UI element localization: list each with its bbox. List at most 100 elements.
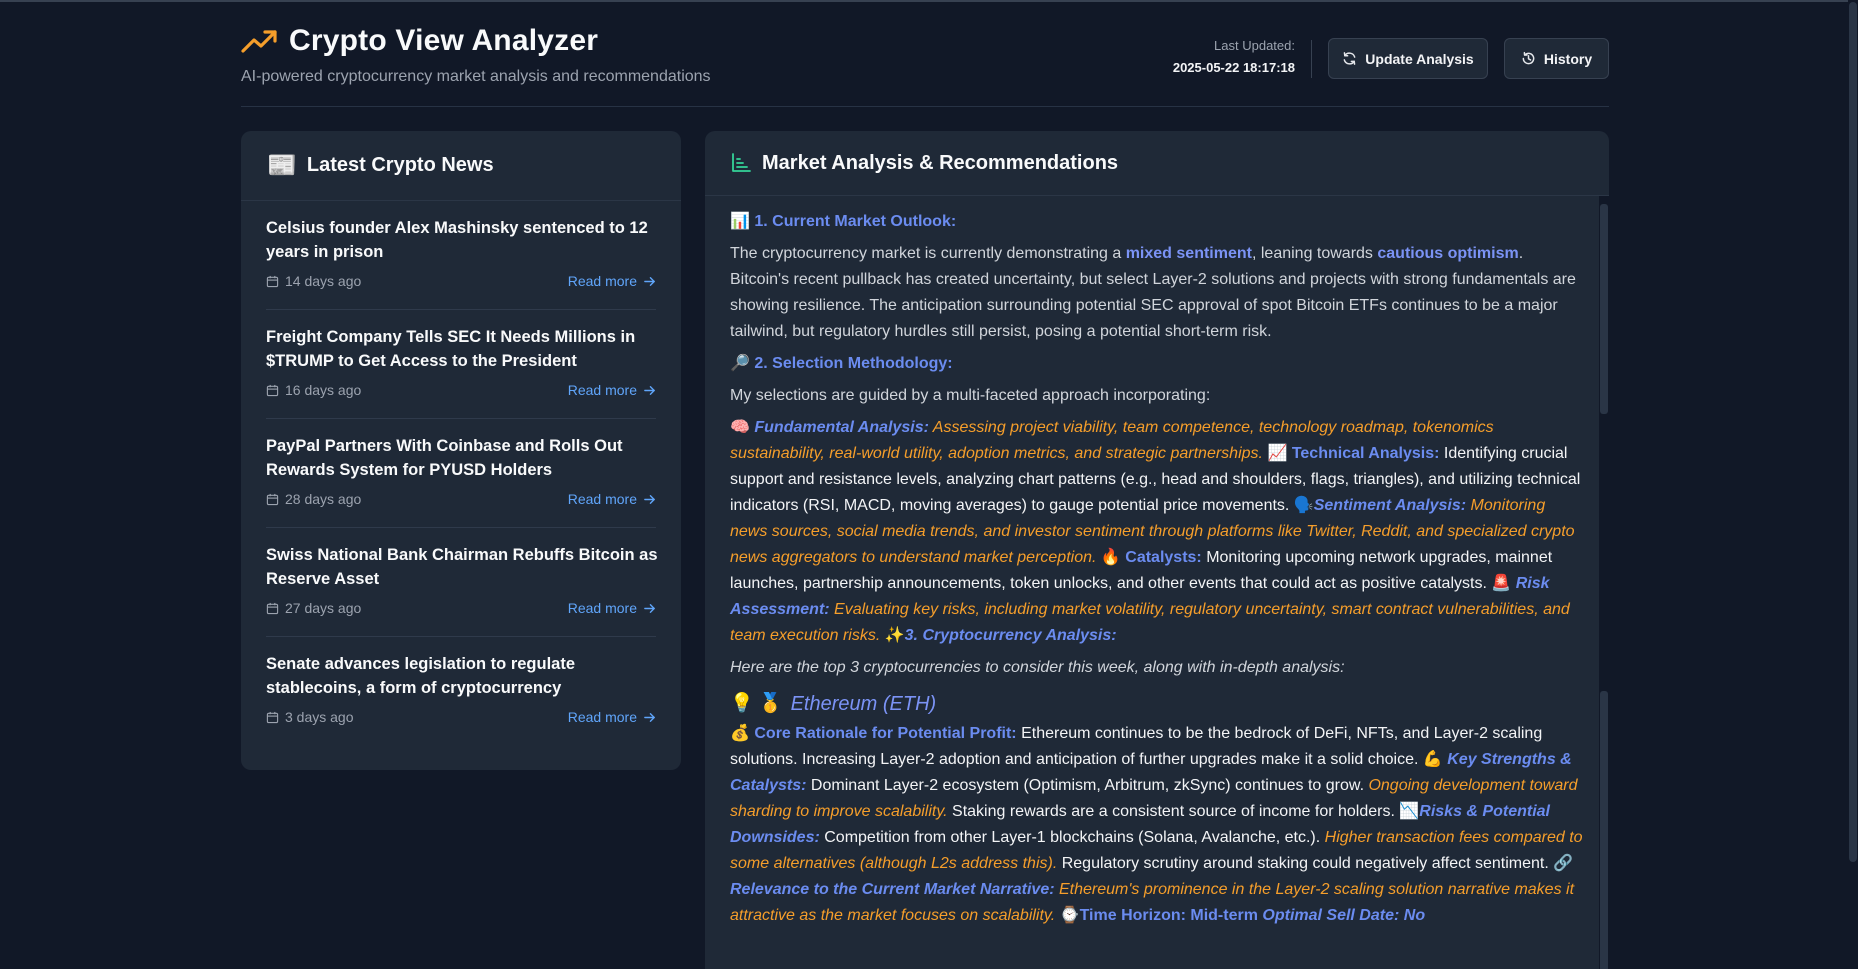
refresh-icon	[1343, 52, 1356, 65]
page-scrollbar-thumb[interactable]	[1849, 2, 1857, 862]
news-title[interactable]: PayPal Partners With Coinbase and Rolls …	[266, 434, 661, 482]
link-emoji-icon: 🔗	[1553, 855, 1574, 872]
bar-chart-icon	[732, 153, 751, 172]
label: Optimal Sell Date: No	[1262, 907, 1426, 924]
analysis-card-header: Market Analysis & Recommendations	[705, 131, 1609, 196]
muscle-emoji-icon: 💪	[1422, 751, 1443, 768]
section-title: 2. Selection Methodology:	[754, 355, 953, 372]
calendar-icon	[266, 711, 279, 723]
keyword: mixed sentiment	[1125, 245, 1252, 262]
watch-emoji-icon: ⌚	[1059, 907, 1080, 924]
analysis-intro: Here are the top 3 cryptocurrencies to c…	[730, 659, 1345, 676]
read-more-link[interactable]: Read more	[568, 491, 656, 507]
last-updated-value: 2025-05-22 18:17:18	[1172, 60, 1295, 75]
news-item: Celsius founder Alex Mashinsky sentenced…	[266, 201, 656, 310]
section-market-outlook: 📊 1. Current Market Outlook:	[730, 209, 1584, 235]
news-card: 📰 Latest Crypto News Celsius founder Ale…	[241, 131, 681, 770]
chart-down-emoji-icon: 📉	[1399, 803, 1420, 820]
news-age: 28 days ago	[285, 491, 362, 507]
header-divider	[1311, 40, 1312, 78]
trending-up-icon	[241, 30, 277, 53]
section-title: 3. Cryptocurrency Analysis:	[904, 627, 1117, 644]
news-meta: 14 days ago	[266, 273, 361, 289]
history-button[interactable]: History	[1504, 38, 1609, 79]
sparkles-emoji-icon: ✨	[884, 627, 905, 644]
news-item: Senate advances legislation to regulate …	[266, 637, 656, 746]
news-item: Swiss National Bank Chairman Rebuffs Bit…	[266, 528, 658, 637]
label: Technical Analysis:	[1291, 445, 1440, 462]
news-age: 16 days ago	[285, 382, 362, 398]
coin-name: Ethereum (ETH)	[790, 693, 937, 715]
label: Time Horizon: Mid-term	[1079, 907, 1258, 924]
update-analysis-button[interactable]: Update Analysis	[1328, 38, 1488, 79]
analysis-card-title: Market Analysis & Recommendations	[762, 151, 1119, 174]
main-container: Crypto View Analyzer AI-powered cryptocu…	[241, 0, 1609, 969]
news-list: Celsius founder Alex Mashinsky sentenced…	[241, 201, 681, 746]
money-emoji-icon: 💰	[730, 725, 750, 742]
news-title[interactable]: Swiss National Bank Chairman Rebuffs Bit…	[266, 543, 661, 591]
text-span: Competition from other Layer-1 blockchai…	[819, 829, 1321, 846]
methodology-intro: My selections are guided by a multi-face…	[730, 387, 1211, 404]
chart-emoji-icon: 📊	[730, 213, 750, 230]
text-span: Regulatory scrutiny around staking could…	[1057, 855, 1549, 872]
page-scrollbar[interactable]	[1848, 0, 1858, 969]
methodology-details: 🧠 Fundamental Analysis: Assessing projec…	[730, 415, 1584, 649]
analysis-scrollbar-thumb-lower[interactable]	[1600, 691, 1608, 969]
section-methodology: 🔎 2. Selection Methodology:	[730, 351, 1584, 377]
section-title: 1. Current Market Outlook:	[754, 213, 957, 230]
newspaper-icon: 📰	[267, 152, 297, 179]
text-span: Dominant Layer-2 ecosystem (Optimism, Ar…	[806, 777, 1365, 794]
app-subtitle: AI-powered cryptocurrency market analysi…	[241, 68, 711, 85]
calendar-icon	[266, 602, 279, 614]
read-more-label: Read more	[567, 273, 637, 289]
news-title[interactable]: Celsius founder Alex Mashinsky sentenced…	[266, 216, 661, 264]
news-age: 14 days ago	[285, 273, 362, 289]
news-meta: 16 days ago	[266, 382, 361, 398]
arrow-right-icon	[644, 712, 655, 722]
app-title-group: Crypto View Analyzer	[241, 24, 598, 58]
update-analysis-label: Update Analysis	[1365, 50, 1474, 67]
coin-heading: 💡 🥇 Ethereum (ETH)	[730, 691, 1584, 717]
read-more-label: Read more	[567, 491, 637, 507]
calendar-icon	[266, 275, 279, 287]
brain-emoji-icon: 🧠	[730, 419, 750, 436]
news-card-header: 📰 Latest Crypto News	[241, 131, 681, 201]
read-more-link[interactable]: Read more	[568, 273, 656, 289]
calendar-icon	[266, 493, 279, 505]
last-updated: Last Updated: 2025-05-22 18:17:18	[1173, 38, 1295, 75]
read-more-label: Read more	[567, 382, 637, 398]
analysis-scrollbar[interactable]	[1599, 196, 1609, 969]
text-span: , leaning towards	[1251, 245, 1378, 262]
label: Sentiment Analysis:	[1313, 497, 1467, 514]
magnifier-emoji-icon: 🔎	[730, 355, 750, 372]
arrow-right-icon	[644, 494, 655, 504]
trend-emoji-icon: 📈	[1267, 445, 1288, 462]
arrow-right-icon	[644, 385, 655, 395]
analysis-scrollbar-thumb[interactable]	[1600, 204, 1608, 414]
label: Fundamental Analysis:	[754, 419, 929, 436]
news-age: 3 days ago	[285, 709, 354, 725]
speaking-emoji-icon: 🗣️	[1293, 497, 1314, 514]
read-more-link[interactable]: Read more	[568, 600, 656, 616]
analysis-card: Market Analysis & Recommendations 📊 1. C…	[705, 131, 1609, 969]
read-more-label: Read more	[567, 600, 637, 616]
analysis-content: 📊 1. Current Market Outlook: The cryptoc…	[730, 196, 1584, 969]
news-title[interactable]: Freight Company Tells SEC It Needs Milli…	[266, 325, 661, 373]
news-age: 27 days ago	[285, 600, 362, 616]
medal-emoji-icon: 💡 🥇	[730, 693, 783, 714]
read-more-label: Read more	[567, 709, 637, 725]
label: Relevance to the Current Market Narrativ…	[730, 881, 1055, 898]
label: Core Rationale for Potential Profit:	[754, 725, 1017, 742]
label: Catalysts:	[1125, 549, 1202, 566]
fire-emoji-icon: 🔥	[1100, 549, 1121, 566]
app-title: Crypto View Analyzer	[289, 24, 599, 57]
read-more-link[interactable]: Read more	[568, 709, 656, 725]
read-more-link[interactable]: Read more	[568, 382, 656, 398]
news-title[interactable]: Senate advances legislation to regulate …	[266, 652, 661, 700]
news-meta: 28 days ago	[266, 491, 361, 507]
news-item: PayPal Partners With Coinbase and Rolls …	[266, 419, 656, 528]
news-card-title: Latest Crypto News	[306, 154, 494, 176]
siren-emoji-icon: 🚨	[1491, 575, 1512, 592]
history-label: History	[1543, 50, 1593, 67]
arrow-right-icon	[644, 603, 655, 613]
